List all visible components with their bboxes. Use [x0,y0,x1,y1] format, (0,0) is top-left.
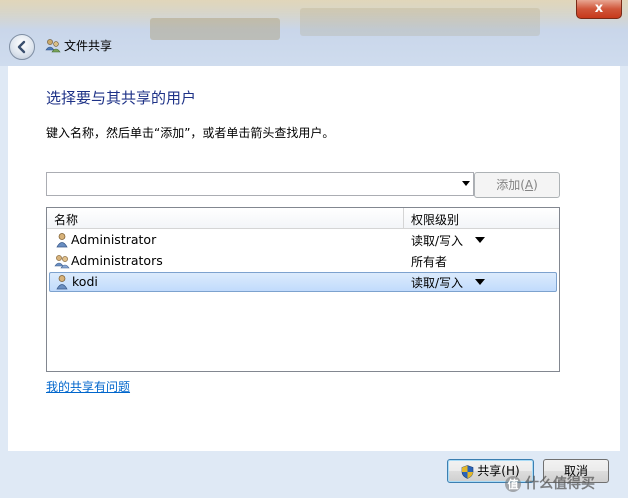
column-divider[interactable] [403,208,404,228]
uac-shield-icon [461,464,474,479]
permission-dropdown-icon[interactable] [475,279,485,285]
list-header: 名称 权限级别 [47,208,559,229]
back-arrow-icon [17,40,26,54]
instruction-text: 键入名称，然后单击“添加”，或者单击箭头查找用户。 [46,126,335,140]
dialog-heading: 选择要与其共享的用户 [46,89,197,107]
dialog-content: 选择要与其共享的用户 键入名称，然后单击“添加”，或者单击箭头查找用户。 添加(… [8,66,620,451]
close-button[interactable]: x [576,0,622,19]
add-button-label: 添加( [496,178,525,192]
back-button[interactable] [9,34,35,60]
add-button-accel: A [524,178,534,192]
add-button-suffix: ) [533,178,538,192]
user-icon [56,233,68,248]
permission-level[interactable]: 读取/写入 [411,274,463,291]
help-link[interactable]: 我的共享有问题 [46,378,130,395]
permission-level[interactable]: 读取/写入 [411,232,463,249]
dropdown-arrow-icon[interactable] [462,181,470,186]
watermark-text: 什么值得买 [525,476,595,492]
user-icon [56,275,68,290]
list-item-selected[interactable]: kodi 读取/写入 [49,272,557,292]
permission-dropdown-icon[interactable] [475,237,485,243]
window-chrome: x 文件共享 [0,0,628,66]
background-blur [300,8,540,36]
watermark: 值 什么值得买 [504,474,622,494]
watermark-logo-icon: 值 [505,476,521,492]
permission-level: 所有者 [411,255,448,269]
svg-text:值: 值 [508,477,519,491]
file-sharing-icon [45,39,61,53]
add-button[interactable]: 添加(A) [474,172,560,198]
list-item[interactable]: Administrator 读取/写入 [49,230,557,250]
user-name: Administrators [71,253,163,268]
close-icon: x [594,1,604,16]
file-sharing-window: x 文件共享 选择要与其共享的用户 键入名称，然后单击“添加”，或者单击箭头查找… [0,0,628,498]
column-header-name[interactable]: 名称 [54,211,78,228]
user-name: Administrator [71,232,157,247]
window-title: 文件共享 [64,39,113,53]
group-icon [54,255,70,269]
column-header-permission[interactable]: 权限级别 [411,211,459,228]
background-blur [150,18,280,40]
user-name-combobox[interactable] [46,172,474,196]
list-item[interactable]: Administrators 所有者 [49,251,557,271]
user-name: kodi [72,274,98,289]
user-permission-list[interactable]: 名称 权限级别 Administrator 读取/写入 Administrato… [46,207,560,372]
